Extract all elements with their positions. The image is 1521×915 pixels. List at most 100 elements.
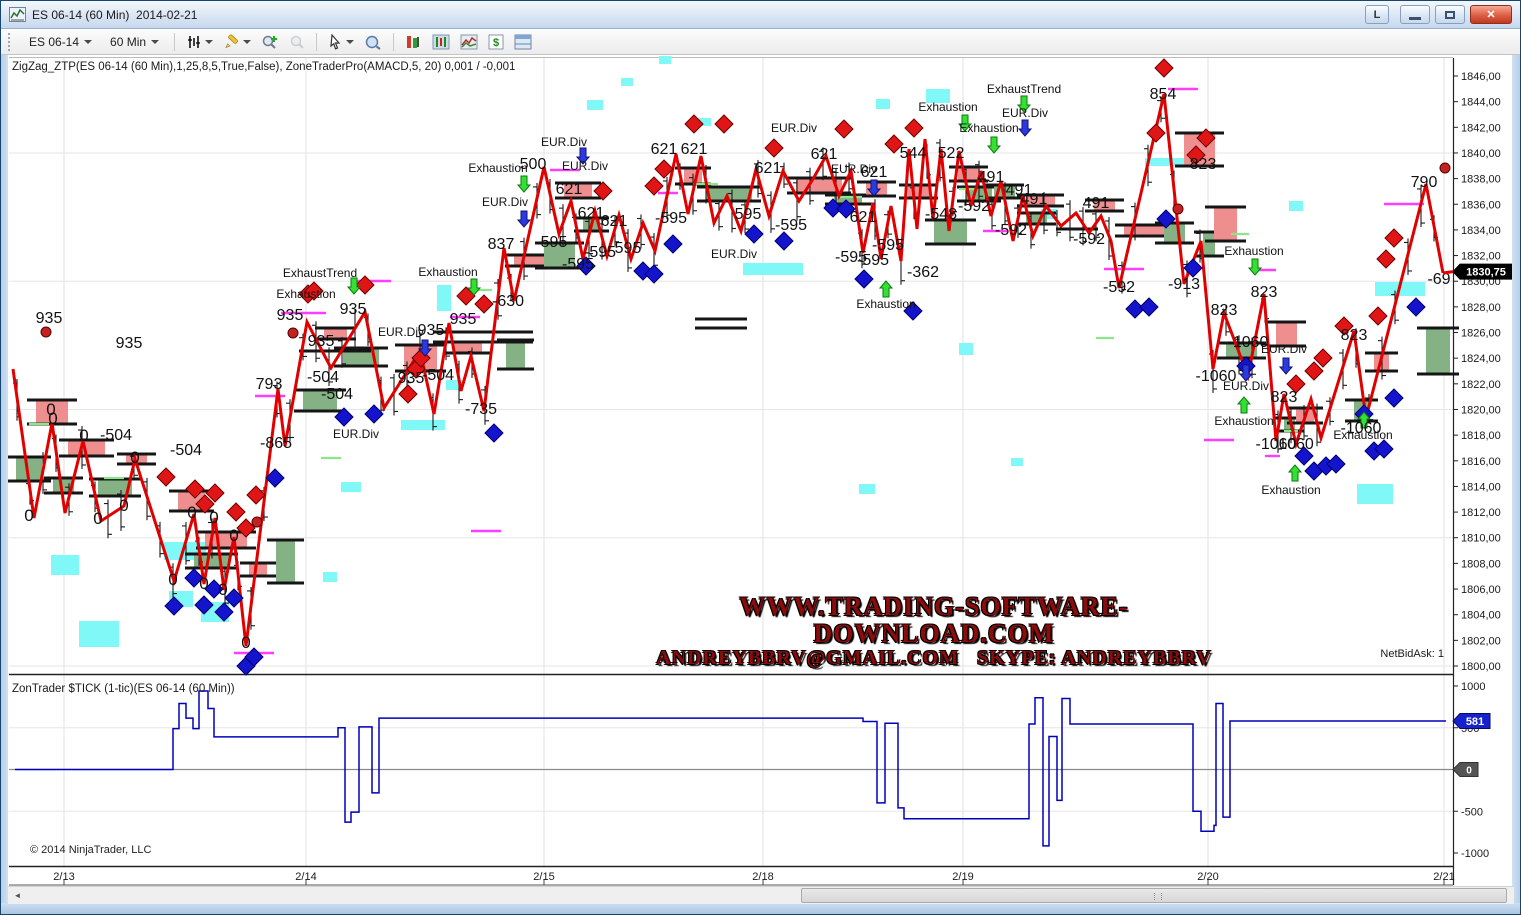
svg-text:Exhaustion: Exhaustion xyxy=(959,121,1018,135)
svg-text:-504: -504 xyxy=(170,442,202,459)
svg-text:1812,00: 1812,00 xyxy=(1461,507,1501,519)
svg-text:621: 621 xyxy=(811,146,838,163)
chart-trader-icon xyxy=(405,34,422,50)
svg-text:EUR.Div: EUR.Div xyxy=(562,159,608,173)
svg-text:2/14: 2/14 xyxy=(295,871,316,883)
scrollbar-grip-icon xyxy=(1154,893,1162,900)
svg-text:1838,00: 1838,00 xyxy=(1461,174,1501,186)
scroll-left-arrow-icon[interactable]: ◄ xyxy=(10,889,25,903)
signal-markers-layer xyxy=(41,59,1450,675)
svg-text:581: 581 xyxy=(1466,716,1484,728)
zoom-in-button[interactable] xyxy=(258,32,282,52)
svg-text:Exhaustion: Exhaustion xyxy=(276,287,335,301)
svg-text:EUR.Div: EUR.Div xyxy=(333,427,379,441)
svg-text:0: 0 xyxy=(93,509,102,528)
close-button[interactable]: ✕ xyxy=(1470,5,1512,24)
svg-text:823: 823 xyxy=(1251,284,1278,301)
svg-text:1818,00: 1818,00 xyxy=(1461,430,1501,442)
svg-text:1810,00: 1810,00 xyxy=(1461,533,1501,545)
chart-style-icon xyxy=(186,34,202,50)
svg-text:-595: -595 xyxy=(655,210,687,227)
title-bar[interactable]: ES 06-14 (60 Min) 2014-02-21 L ✕ xyxy=(1,1,1521,29)
scrollbar-thumb[interactable] xyxy=(801,888,1507,903)
svg-text:ExhaustTrend: ExhaustTrend xyxy=(283,266,357,280)
maximize-icon xyxy=(1445,11,1455,19)
ninjatrader-chart-window: 00000000000000935935-504-504793-86593593… xyxy=(0,0,1521,915)
svg-text:2/20: 2/20 xyxy=(1197,871,1218,883)
toolbar-grip[interactable] xyxy=(8,33,15,51)
chevron-down-icon xyxy=(205,40,213,44)
svg-text:EUR.Div: EUR.Div xyxy=(541,135,587,149)
svg-text:522: 522 xyxy=(938,145,965,162)
logo-button[interactable]: L xyxy=(1365,5,1389,24)
chevron-down-icon xyxy=(243,40,251,44)
interval-select[interactable]: 60 Min xyxy=(103,32,166,52)
drawing-tools-button[interactable] xyxy=(220,32,254,52)
svg-text:-595: -595 xyxy=(872,237,904,254)
chart-window-icon xyxy=(9,7,26,22)
horizontal-scrollbar[interactable]: ◄ xyxy=(8,886,1514,904)
svg-text:935: 935 xyxy=(450,311,477,328)
svg-text:1828,00: 1828,00 xyxy=(1461,302,1501,314)
svg-text:EUR.Div: EUR.Div xyxy=(1223,379,1269,393)
svg-text:935: 935 xyxy=(116,335,143,352)
svg-text:0: 0 xyxy=(229,526,238,545)
svg-text:1804,00: 1804,00 xyxy=(1461,610,1501,622)
svg-text:0: 0 xyxy=(187,503,196,522)
cursor-button[interactable] xyxy=(325,32,357,52)
chart-style-button[interactable] xyxy=(183,32,216,52)
data-box-button[interactable] xyxy=(361,32,385,52)
svg-text:-504: -504 xyxy=(422,367,454,384)
toolbar-separator xyxy=(393,33,394,51)
chart-region-button[interactable] xyxy=(457,32,481,52)
svg-text:-630: -630 xyxy=(492,293,524,310)
chart-canvas[interactable]: 00000000000000935935-504-504793-86593593… xyxy=(1,1,1521,915)
svg-text:-595: -595 xyxy=(775,217,807,234)
market-analyzer-button[interactable] xyxy=(429,32,453,52)
svg-text:1808,00: 1808,00 xyxy=(1461,558,1501,570)
svg-text:793: 793 xyxy=(256,376,283,393)
window-frame-right xyxy=(1512,1,1520,915)
svg-text:2/15: 2/15 xyxy=(533,871,554,883)
chevron-down-icon xyxy=(84,40,92,44)
svg-text:-504: -504 xyxy=(307,369,339,386)
svg-text:0: 0 xyxy=(218,580,227,599)
svg-text:621: 621 xyxy=(651,141,678,158)
svg-text:0: 0 xyxy=(79,426,88,445)
price-bars-layer xyxy=(13,97,1438,630)
svg-text:Exhaustion: Exhaustion xyxy=(918,100,977,114)
svg-text:0: 0 xyxy=(130,448,139,467)
panels-button[interactable] xyxy=(511,32,535,52)
svg-text:621: 621 xyxy=(850,209,877,226)
minimize-button[interactable] xyxy=(1400,5,1430,24)
svg-text:1816,00: 1816,00 xyxy=(1461,456,1501,468)
svg-text:790: 790 xyxy=(1411,174,1438,191)
svg-text:1814,00: 1814,00 xyxy=(1461,481,1501,493)
svg-text:EUR.Div: EUR.Div xyxy=(1002,106,1048,120)
svg-text:1802,00: 1802,00 xyxy=(1461,635,1501,647)
watermark: WWW.TRADING-SOFTWARE-DOWNLOAD.COM ANDREY… xyxy=(649,593,1219,669)
svg-text:EUR.Div: EUR.Div xyxy=(1261,342,1307,356)
account-dollar-button[interactable]: $ xyxy=(485,32,507,52)
grid-layer xyxy=(9,58,1454,886)
panel2-indicator-label: ZonTrader $TICK (1-tic)(ES 06-14 (60 Min… xyxy=(12,683,235,695)
svg-text:1000: 1000 xyxy=(1461,681,1485,693)
svg-text:595: 595 xyxy=(735,206,762,223)
svg-text:Exhaustion: Exhaustion xyxy=(856,297,915,311)
chart-trader-button[interactable] xyxy=(402,32,425,52)
instrument-select[interactable]: ES 06-14 xyxy=(22,32,99,52)
svg-text:1840,00: 1840,00 xyxy=(1461,148,1501,160)
svg-text:-592: -592 xyxy=(958,198,990,215)
svg-text:0: 0 xyxy=(209,508,218,527)
svg-text:-592: -592 xyxy=(1103,279,1135,296)
zoom-in-icon xyxy=(261,34,279,50)
svg-text:-500: -500 xyxy=(1461,806,1483,818)
zoom-out-button[interactable] xyxy=(286,32,308,52)
svg-text:595: 595 xyxy=(615,240,642,257)
svg-text:Exhaustion: Exhaustion xyxy=(1333,428,1392,442)
svg-text:1830,75: 1830,75 xyxy=(1466,267,1506,279)
maximize-button[interactable] xyxy=(1435,5,1465,24)
svg-text:621: 621 xyxy=(755,160,782,177)
svg-text:854: 854 xyxy=(1150,86,1177,103)
svg-text:2/13: 2/13 xyxy=(53,871,74,883)
